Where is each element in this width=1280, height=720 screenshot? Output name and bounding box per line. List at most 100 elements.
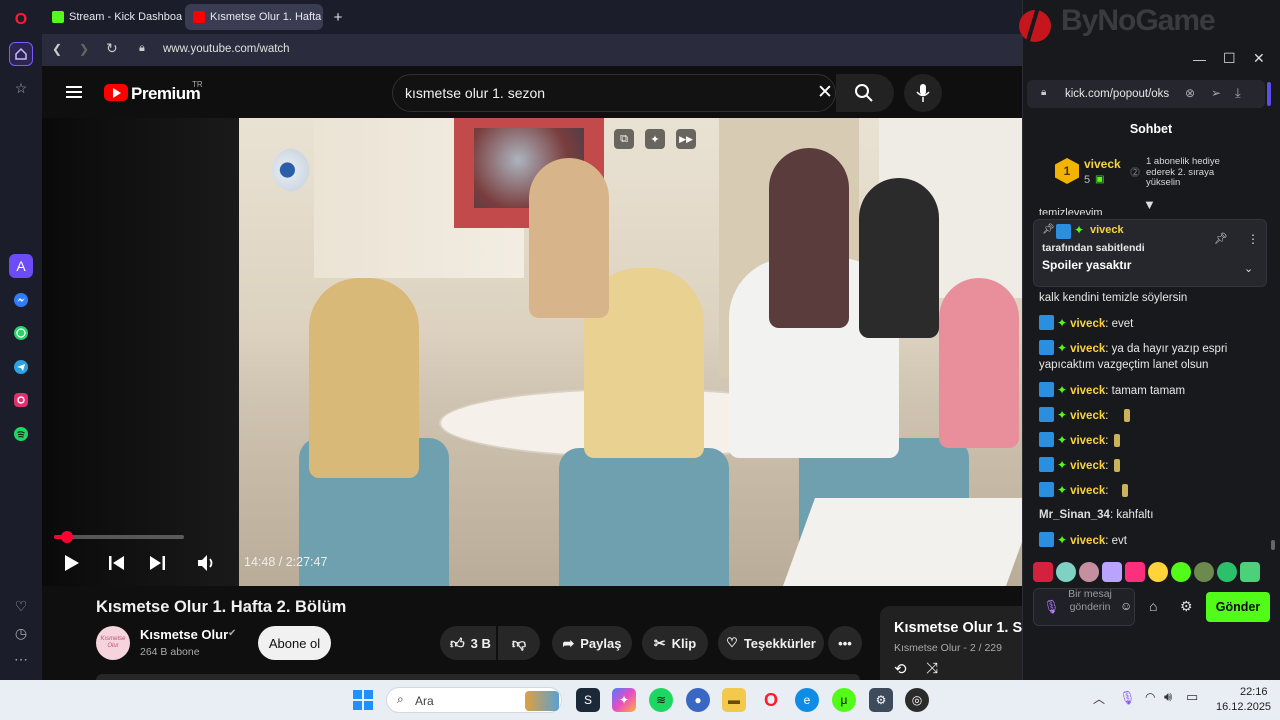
history-icon[interactable]: ◷ xyxy=(9,621,33,645)
enhance-icon[interactable]: ✦ xyxy=(645,129,665,149)
forward-icon[interactable]: ❯ xyxy=(79,42,89,56)
thanks-button[interactable]: ♡ Teşekkürler xyxy=(718,626,824,660)
home-icon[interactable] xyxy=(9,42,33,66)
search-button[interactable] xyxy=(836,74,894,112)
emote-icon[interactable] xyxy=(1217,562,1237,582)
copilot-icon[interactable]: ✦ xyxy=(612,688,636,712)
battery-icon[interactable]: ▭ xyxy=(1186,689,1198,705)
playlist-panel[interactable]: Kısmetse Olur 1. S Kısmetse Olur - 2 / 2… xyxy=(880,606,1022,680)
settings-icon[interactable]: ⚙ xyxy=(1180,598,1193,615)
expand-leaderboard-icon[interactable]: ▼ xyxy=(1143,197,1156,212)
whatsapp-icon[interactable] xyxy=(9,321,33,345)
emote-icon[interactable] xyxy=(1171,562,1191,582)
youtube-premium-logo[interactable]: Premium xyxy=(131,84,201,104)
video-player[interactable]: ⧉ ✦ ▶▶ 14:48 / 2:27:47 xyxy=(42,118,1022,586)
obs-icon[interactable]: ● xyxy=(686,688,710,712)
tray-mic-icon[interactable]: 🎙︎ xyxy=(1119,690,1136,706)
search-input[interactable]: kısmetse olur 1. sezon xyxy=(405,85,545,101)
speaker-icon[interactable]: 🔊︎ xyxy=(1164,689,1172,705)
wifi-icon[interactable]: ◠ xyxy=(1145,690,1155,704)
clock-time[interactable]: 22:16 xyxy=(1240,686,1268,698)
next-icon[interactable] xyxy=(148,555,166,571)
miniplayer-icon[interactable]: ⧉ xyxy=(614,129,634,149)
reload-icon[interactable]: ↻ xyxy=(106,40,118,57)
skip-icon[interactable]: ▶▶ xyxy=(676,129,696,149)
send-button[interactable]: Gönder xyxy=(1206,592,1270,622)
menu-icon[interactable] xyxy=(66,86,82,98)
dislike-button[interactable]: 👎︎ xyxy=(498,626,540,660)
clip-button[interactable]: ✂ Klip xyxy=(642,626,708,660)
progress-scrubber[interactable] xyxy=(61,531,73,543)
url-field[interactable]: www.youtube.com/watch xyxy=(163,43,290,55)
close-window-icon[interactable]: ✕ xyxy=(1253,50,1265,67)
clear-search-icon[interactable]: ✕ xyxy=(817,81,833,104)
gifter-name[interactable]: viveck xyxy=(1084,157,1121,171)
spotify-icon[interactable] xyxy=(9,422,33,446)
emote-strip[interactable] xyxy=(1033,562,1269,586)
microphone-icon[interactable]: 🎙︎ xyxy=(1043,599,1060,615)
network-tool-icon[interactable]: ⚙ xyxy=(869,688,893,712)
voice-search-button[interactable] xyxy=(904,74,942,112)
progress-bar[interactable] xyxy=(54,531,184,543)
steam-icon[interactable]: S xyxy=(576,688,600,712)
tab-youtube-video[interactable]: Kısmetse Olur 1. Hafta 2. B xyxy=(185,4,323,30)
popout-url[interactable]: kick.com/popout/oks xyxy=(1065,88,1169,100)
channel-name[interactable]: Kısmetse Olur xyxy=(140,627,228,642)
emote-icon[interactable] xyxy=(1240,562,1260,582)
emote-icon[interactable] xyxy=(1033,562,1053,582)
chat-scrollbar[interactable] xyxy=(1271,540,1275,550)
emote-icon[interactable] xyxy=(1079,562,1099,582)
chat-input[interactable]: 🎙︎ Bir mesaj gönderin ☺ xyxy=(1033,588,1135,626)
back-icon[interactable]: ❮ xyxy=(52,42,62,56)
emote-icon[interactable] xyxy=(1056,562,1076,582)
play-icon[interactable] xyxy=(64,554,80,572)
subscribe-button[interactable]: Abone ol xyxy=(258,626,331,660)
spotify-icon[interactable]: ≋ xyxy=(649,688,673,712)
more-icon[interactable]: ⋯ xyxy=(9,647,33,671)
share-button[interactable]: ➦ Paylaş xyxy=(552,626,632,660)
youtube-logo-icon[interactable] xyxy=(104,84,128,101)
volume-icon[interactable] xyxy=(196,553,218,573)
file-explorer-icon[interactable]: ▬ xyxy=(722,688,746,712)
telegram-icon[interactable] xyxy=(9,355,33,379)
send-icon[interactable]: ➢ xyxy=(1211,86,1221,100)
opera-icon[interactable]: O xyxy=(759,688,783,712)
aria-icon[interactable]: A xyxy=(9,254,33,278)
pinboard-icon[interactable]: ☆ xyxy=(9,76,33,100)
like-button[interactable]: 👍︎ 3 B xyxy=(440,626,496,660)
pinned-expand-icon[interactable]: ⌄ xyxy=(1244,262,1253,275)
gift-box-icon[interactable]: ⌂ xyxy=(1149,598,1157,614)
app-icon[interactable]: ◎ xyxy=(905,688,929,712)
instagram-icon[interactable] xyxy=(9,388,33,412)
more-actions-button[interactable]: ••• xyxy=(828,626,862,660)
channel-avatar[interactable]: Kısmetse Olur xyxy=(96,626,130,660)
search-box[interactable]: kısmetse olur 1. sezon ✕ xyxy=(392,74,836,112)
block-icon[interactable]: ⊗ xyxy=(1185,86,1195,100)
pinned-more-icon[interactable]: ⋮ xyxy=(1247,232,1259,246)
messenger-icon[interactable] xyxy=(9,288,33,312)
tab-kick-dashboard[interactable]: Stream - Kick Dashboard xyxy=(44,4,182,30)
pinned-message[interactable]: 📌︎ ✦ viveck tarafından sabitlendi Spoile… xyxy=(1033,219,1267,287)
edge-icon[interactable]: e xyxy=(795,688,819,712)
download-icon[interactable]: ⤓ xyxy=(1235,85,1241,101)
unpin-icon[interactable]: 📌︎ xyxy=(1214,232,1228,245)
previous-icon[interactable] xyxy=(108,555,126,571)
emote-icon[interactable] xyxy=(1102,562,1122,582)
new-tab-button[interactable]: + xyxy=(328,4,348,30)
emoji-icon[interactable]: ☺ xyxy=(1120,599,1132,613)
taskbar-search[interactable]: ⌕ Ara xyxy=(386,687,562,713)
emote-icon[interactable] xyxy=(1125,562,1145,582)
utorrent-icon[interactable]: μ xyxy=(832,688,856,712)
popout-address-bar[interactable]: 🔒︎ kick.com/popout/oks ⊗ ➢ ⤓ xyxy=(1027,80,1265,108)
emote-icon[interactable] xyxy=(1194,562,1214,582)
emote-icon[interactable] xyxy=(1148,562,1168,582)
loop-icon[interactable]: ⟲ xyxy=(894,660,907,678)
minimize-icon[interactable]: — xyxy=(1193,52,1206,67)
favorites-heart-icon[interactable]: ♡ xyxy=(9,594,33,618)
opera-logo-icon[interactable]: O xyxy=(9,8,33,32)
start-icon[interactable] xyxy=(353,690,373,710)
maximize-icon[interactable]: ☐ xyxy=(1223,50,1236,67)
tray-expand-icon[interactable]: ︿ xyxy=(1093,690,1105,707)
shuffle-icon[interactable]: ⤨ xyxy=(926,660,938,677)
clock-date[interactable]: 16.12.2025 xyxy=(1216,701,1271,713)
